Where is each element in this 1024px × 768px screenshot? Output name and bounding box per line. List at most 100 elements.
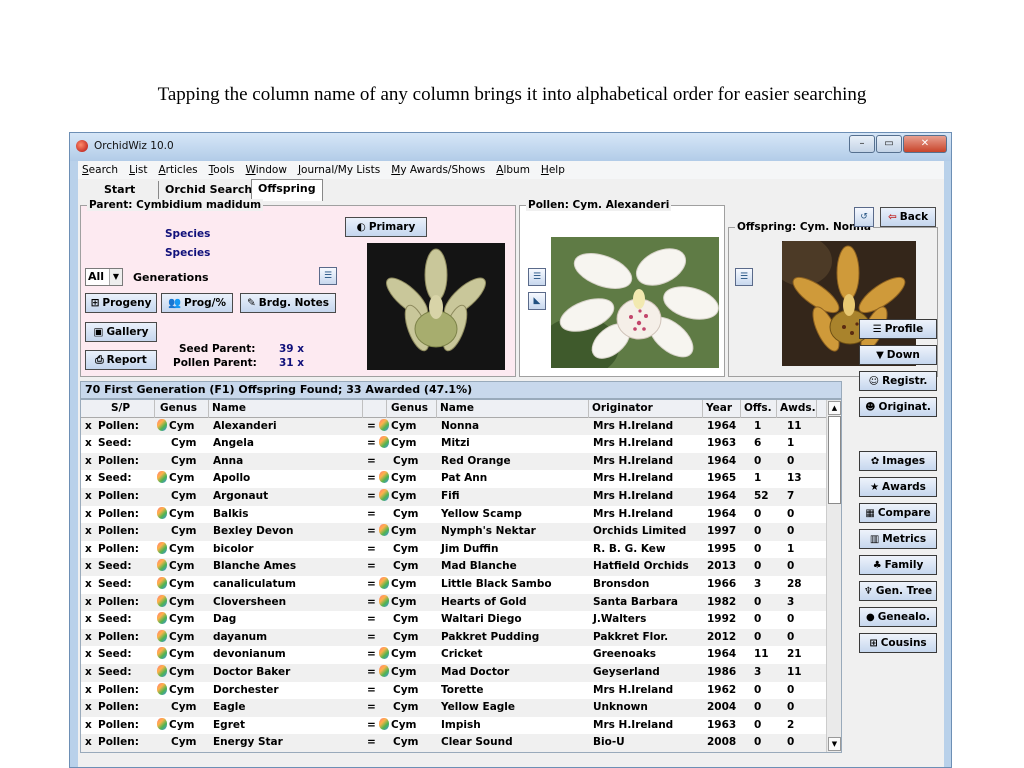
pollen-orchid-photo[interactable]: [551, 237, 719, 368]
table-row[interactable]: x Pollen: Cym Anna = Cym Red Orange Mrs H.Irela…: [81, 452, 827, 471]
breeding-notes-button[interactable]: ✎ Brdg. Notes: [240, 293, 336, 313]
prog-percent-button[interactable]: 👥 Prog/%: [161, 293, 233, 313]
history-button[interactable]: ↺: [854, 207, 874, 227]
table-scrollbar[interactable]: ▲ ▼: [826, 400, 841, 752]
row-originator: Geyserland: [593, 666, 660, 678]
row-sp: Seed:: [98, 578, 132, 590]
maximize-button[interactable]: ▭: [876, 135, 902, 153]
table-row[interactable]: x Pollen: Cym Egret = Cym Impish Mrs H.Ireland 1…: [81, 717, 827, 735]
list-view-button[interactable]: ☰: [319, 267, 337, 285]
row-name-1: Anna: [213, 454, 244, 467]
pollen-sort-button[interactable]: ◣: [528, 292, 546, 310]
images-button[interactable]: ✿ Images: [859, 451, 937, 471]
table-row[interactable]: x Seed: Cym devonianum = Cym Cricket Greenoaks 1…: [81, 646, 827, 664]
menu-awards-shows[interactable]: My Awards/Shows: [391, 164, 485, 176]
gen-tree-button[interactable]: ♆ Gen. Tree: [859, 581, 937, 601]
table-row[interactable]: x Pollen: Cym Argonaut = Cym Fifi Mrs H.Ireland…: [81, 488, 827, 506]
menu-search[interactable]: Search: [82, 164, 118, 176]
cousins-button[interactable]: ⊞ Cousins: [859, 633, 937, 653]
menu-articles[interactable]: Articles: [158, 164, 197, 176]
awards-button[interactable]: ★ Awards: [859, 477, 937, 497]
gallery-button[interactable]: ▣ Gallery: [85, 322, 157, 342]
award-icon: [379, 594, 389, 607]
table-row[interactable]: x Pollen: Cym bicolor = Cym Jim Duffin R. B. G.…: [81, 541, 827, 559]
row-year: 2012: [707, 630, 737, 643]
triangle-icon: ◣: [533, 296, 541, 306]
column-header-awards[interactable]: Awds.: [777, 400, 817, 418]
menu-tools[interactable]: Tools: [209, 164, 235, 176]
scroll-down-icon[interactable]: ▼: [828, 737, 841, 751]
row-genus-2: Cym: [377, 523, 437, 541]
column-header-genus-2[interactable]: Genus: [387, 400, 437, 418]
table-row[interactable]: x Seed: Cym Apollo = Cym Pat Ann Mrs H.Ireland 1…: [81, 470, 827, 488]
primary-button[interactable]: ◐ Primary: [345, 217, 427, 237]
table-row[interactable]: x Pollen: Cym Bexley Devon = Cym Nymph's Nekta…: [81, 523, 827, 541]
profile-button[interactable]: ☰ Profile: [859, 319, 937, 339]
parent-orchid-photo[interactable]: [367, 243, 505, 370]
row-name-1: Doctor Baker: [213, 666, 291, 678]
column-header-sp[interactable]: S/P: [81, 400, 155, 418]
row-year: 1964: [707, 490, 737, 502]
registr-button[interactable]: ☺ Registr.: [859, 371, 937, 391]
column-header-offspring[interactable]: Offs.: [741, 400, 777, 418]
generations-label: Generations: [133, 271, 209, 284]
compare-button[interactable]: ▦ Compare: [859, 503, 937, 523]
menu-album[interactable]: Album: [496, 164, 530, 176]
column-header-name-1[interactable]: Name: [209, 400, 363, 418]
column-header-name-2[interactable]: Name: [437, 400, 589, 418]
row-name-1: Egret: [213, 718, 246, 731]
scroll-up-icon[interactable]: ▲: [828, 401, 841, 415]
menu-help[interactable]: Help: [541, 164, 565, 176]
genealo-button[interactable]: ● Genealo.: [859, 607, 937, 627]
table-row[interactable]: x Pollen: Cym Balkis = Cym Yellow Scamp Mrs H.I…: [81, 506, 827, 524]
generations-select[interactable]: All ▼: [85, 268, 123, 286]
row-genus-2: Cym: [377, 717, 437, 735]
progeny-button[interactable]: ⊞ Progeny: [85, 293, 157, 313]
table-row[interactable]: x Seed: Cym Doctor Baker = Cym Mad Doctor Geyse…: [81, 664, 827, 682]
parent-species-2[interactable]: Species: [165, 247, 210, 259]
offspring-list-view-button[interactable]: ☰: [735, 268, 753, 286]
report-button[interactable]: ⎙ Report: [85, 350, 157, 370]
originat-button[interactable]: ☻ Originat.: [859, 397, 937, 417]
table-row[interactable]: x Seed: Cym canaliculatum = Cym Little Black S…: [81, 576, 827, 594]
award-icon: [379, 471, 389, 484]
table-row[interactable]: x Pollen: Cym Eagle = Cym Yellow Eagle Unknown 2…: [81, 699, 827, 717]
scroll-thumb[interactable]: [828, 416, 841, 504]
column-header-originator[interactable]: Originator: [589, 400, 703, 418]
menu-window[interactable]: Window: [246, 164, 287, 176]
table-row[interactable]: x Seed: Cym Angela = Cym Mitzi Mrs H.Ireland 196…: [81, 435, 827, 453]
family-button[interactable]: ♣ Family: [859, 555, 937, 575]
tab-start[interactable]: Start: [98, 181, 141, 201]
down-button[interactable]: ▼ Down: [859, 345, 937, 365]
column-header-genus-1[interactable]: Genus: [155, 400, 209, 418]
row-offspring-count: 0: [754, 595, 762, 608]
row-sp: Pollen:: [98, 542, 139, 555]
menu-list[interactable]: List: [129, 164, 147, 176]
menu-journal[interactable]: Journal/My Lists: [298, 164, 380, 176]
minimize-button[interactable]: –: [849, 135, 875, 153]
tab-orchid-search[interactable]: Orchid Search: [158, 181, 258, 201]
close-button[interactable]: ✕: [903, 135, 947, 153]
row-year: 2013: [707, 560, 737, 573]
table-row[interactable]: x Pollen: Cym Energy Star = Cym Clear Sound Bio…: [81, 734, 827, 752]
row-offspring-count: 11: [754, 648, 769, 661]
column-header-year[interactable]: Year: [703, 400, 741, 418]
genealogy-icon: ●: [866, 612, 875, 623]
metrics-button[interactable]: ▥ Metrics: [859, 529, 937, 549]
pollen-parent-count: 31 x: [279, 357, 305, 369]
table-row[interactable]: x Seed: Cym Dag = Cym Waltari Diego J.Walters 19…: [81, 611, 827, 629]
row-cross: =: [367, 613, 376, 626]
pollen-list-view-button[interactable]: ☰: [528, 268, 546, 286]
row-genus-1: Cym: [155, 470, 209, 488]
seed-parent-count: 39 x: [279, 343, 305, 355]
table-row[interactable]: x Pollen: Cym dayanum = Cym Pakkret Pudding Pak…: [81, 628, 827, 647]
table-row[interactable]: x Pollen: Cym Alexanderi = Cym Nonna Mrs H.Irel…: [81, 417, 827, 436]
tab-offspring[interactable]: Offspring: [251, 179, 323, 201]
table-row[interactable]: x Pollen: Cym Dorchester = Cym Torette Mrs H.Ir…: [81, 682, 827, 700]
title-bar[interactable]: OrchidWiz 10.0 – ▭ ✕: [70, 133, 951, 161]
back-button[interactable]: ⇦ Back: [880, 207, 936, 227]
row-name-2: Pat Ann: [441, 472, 488, 485]
table-row[interactable]: x Pollen: Cym Cloversheen = Cym Hearts of Gold…: [81, 593, 827, 612]
table-row[interactable]: x Seed: Cym Blanche Ames = Cym Mad Blanche Hatf…: [81, 558, 827, 576]
parent-species-1[interactable]: Species: [165, 228, 210, 240]
